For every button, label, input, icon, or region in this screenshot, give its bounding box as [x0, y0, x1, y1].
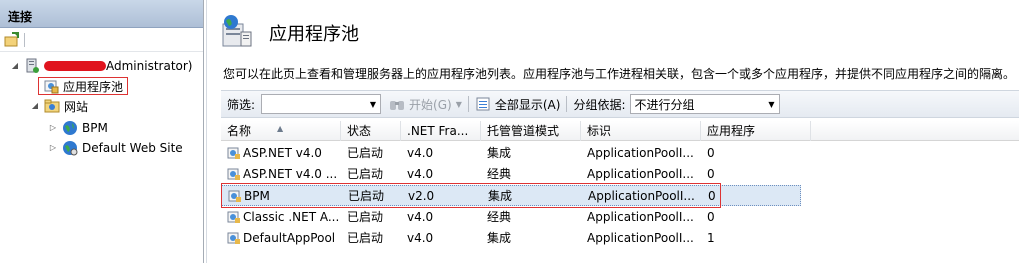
- column-header-net-framework[interactable]: .NET Fra...: [401, 121, 481, 141]
- cell-identity: ApplicationPoolI...: [587, 146, 694, 160]
- globe-icon: [62, 120, 78, 136]
- cell-status: 已启动: [347, 210, 384, 224]
- tree-item-sites[interactable]: ◢ 网站: [30, 96, 88, 116]
- show-all-icon: [475, 96, 491, 112]
- column-header-name[interactable]: 名称 ▲: [221, 121, 341, 141]
- cell-identity: ApplicationPoolI...: [587, 167, 694, 181]
- cell-applications: 0: [707, 210, 715, 224]
- content-pane: 应用程序池 您可以在此页上查看和管理服务器上的应用程序池列表。应用程序池与工作进…: [206, 0, 1019, 263]
- sites-folder-icon: [44, 98, 60, 114]
- app-pools-highlight: 应用程序池: [38, 77, 129, 95]
- dropdown-arrow-icon[interactable]: ▼: [370, 100, 376, 109]
- cell-applications: 0: [707, 167, 715, 181]
- expand-arrow-icon[interactable]: ▷: [48, 123, 58, 133]
- cell-applications: 1: [707, 231, 715, 245]
- app-pool-large-icon: [219, 14, 253, 51]
- toolbar-separator: [566, 96, 568, 112]
- app-pool-icon: [227, 167, 241, 181]
- group-by-select[interactable]: 不进行分组 ▼: [629, 94, 780, 114]
- tree-item-site-default[interactable]: ▷ Default Web Site: [48, 138, 183, 158]
- table-row[interactable]: Classic .NET A... 已启动 v4.0 经典 Applicatio…: [221, 207, 1019, 228]
- redacted-server-name: [44, 61, 106, 71]
- site-label: BPM: [82, 121, 108, 135]
- app-pool-icon: [227, 146, 241, 160]
- tree-item-app-pools[interactable]: 应用程序池: [38, 76, 129, 96]
- cell-name: DefaultAppPool: [221, 228, 341, 249]
- toolbar-separator: [467, 96, 469, 112]
- show-all-button[interactable]: 全部显示(A): [475, 96, 561, 113]
- table-row[interactable]: ASP.NET v4.0 已启动 v4.0 集成 ApplicationPool…: [221, 143, 1019, 164]
- expand-arrow-icon[interactable]: ▷: [48, 143, 58, 153]
- group-by-label: 分组依据:: [573, 97, 626, 112]
- dropdown-arrow-icon[interactable]: ▼: [768, 100, 774, 109]
- connections-pane: 连接 ◢ Administrator) 应用程序池 ◢ 网站 ▷ BPM ▷ D…: [0, 0, 204, 263]
- column-header-applications[interactable]: 应用程序: [701, 121, 811, 141]
- column-header-identity[interactable]: 标识: [581, 121, 701, 141]
- collapse-arrow-icon[interactable]: ◢: [30, 101, 40, 111]
- cell-net-version: v4.0: [407, 146, 434, 160]
- server-icon: [24, 58, 40, 74]
- group-by-value: 不进行分组: [634, 97, 695, 112]
- sort-arrow-icon: ▲: [277, 124, 284, 133]
- page-description: 您可以在此页上查看和管理服务器上的应用程序池列表。应用程序池与工作进程相关联，包…: [223, 67, 1016, 81]
- cell-pipeline: 经典: [487, 210, 512, 224]
- cell-pipeline: 经典: [487, 167, 512, 181]
- cell-net-version: v4.0: [407, 210, 434, 224]
- app-pools-table: 名称 ▲ 状态 .NET Fra... 托管管道模式 标识 应用程序 ASP.NE…: [221, 121, 1019, 263]
- app-pool-icon: [227, 231, 241, 245]
- column-header-pipeline[interactable]: 托管管道模式: [481, 121, 581, 141]
- toolbar-separator: [24, 32, 25, 47]
- collapse-arrow-icon[interactable]: ◢: [10, 61, 20, 71]
- site-label: Default Web Site: [82, 141, 183, 155]
- start-button[interactable]: 开始(G) ▼: [389, 96, 462, 113]
- cell-applications: 0: [707, 146, 715, 160]
- cell-pipeline: 集成: [487, 231, 512, 245]
- dropdown-arrow-icon[interactable]: ▼: [456, 100, 462, 109]
- binoculars-icon: [389, 96, 405, 112]
- cell-status: 已启动: [347, 231, 384, 245]
- sites-label: 网站: [64, 99, 89, 114]
- cell-status: 已启动: [347, 146, 384, 160]
- start-label: 开始(G): [409, 97, 452, 112]
- table-header: 名称 ▲ 状态 .NET Fra... 托管管道模式 标识 应用程序: [221, 121, 1019, 141]
- cell-identity: ApplicationPoolI...: [587, 231, 694, 245]
- app-pool-icon: [227, 210, 241, 224]
- page-header: 应用程序池: [219, 14, 359, 51]
- cell-identity: ApplicationPoolI...: [587, 210, 694, 224]
- selected-row-highlight: [221, 183, 721, 208]
- column-header-status[interactable]: 状态: [341, 121, 401, 141]
- cell-net-version: v4.0: [407, 231, 434, 245]
- show-all-label: 全部显示(A): [494, 97, 561, 112]
- app-pools-label: 应用程序池: [63, 79, 124, 94]
- globe-world-icon: [62, 140, 78, 156]
- cell-name: Classic .NET A...: [221, 207, 341, 228]
- tree-item-site-bpm[interactable]: ▷ BPM: [48, 118, 108, 138]
- connections-title: 连接: [0, 0, 203, 28]
- cell-name: ASP.NET v4.0: [221, 143, 341, 164]
- page-title: 应用程序池: [269, 23, 359, 45]
- table-row[interactable]: DefaultAppPool 已启动 v4.0 集成 ApplicationPo…: [221, 228, 1019, 249]
- tree-server-node[interactable]: ◢ Administrator): [10, 56, 192, 76]
- filter-label: 筛选:: [227, 97, 256, 112]
- server-label: Administrator): [106, 59, 193, 73]
- cell-pipeline: 集成: [487, 146, 512, 160]
- connect-icon[interactable]: [4, 31, 20, 48]
- app-pool-icon: [43, 78, 59, 94]
- cell-status: 已启动: [347, 167, 384, 181]
- filter-input[interactable]: ▼: [261, 94, 382, 114]
- filter-toolbar: 筛选: ▼ 开始(G) ▼ 全部显示(A) 分组依据: 不进行分组 ▼: [221, 90, 1019, 118]
- cell-name: ASP.NET v4.0 ...: [221, 164, 341, 185]
- cell-net-version: v4.0: [407, 167, 434, 181]
- table-row[interactable]: ASP.NET v4.0 ... 已启动 v4.0 经典 Application…: [221, 164, 1019, 185]
- connections-toolbar: [0, 28, 203, 52]
